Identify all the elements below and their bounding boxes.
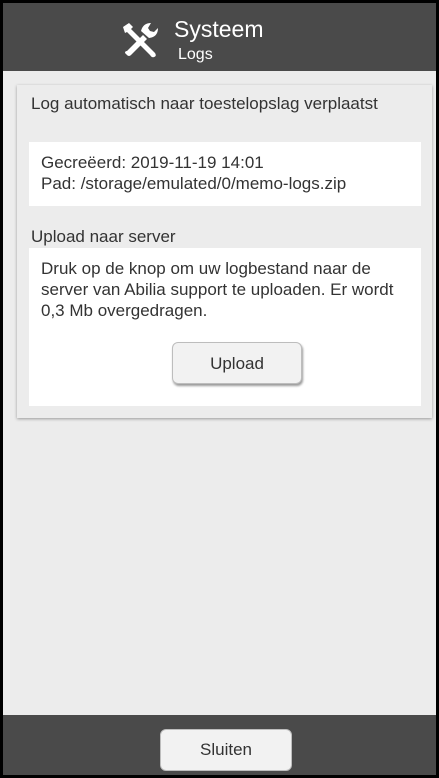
log-path-text: Pad: /storage/emulated/0/memo-logs.zip	[41, 174, 347, 193]
tools-icon	[123, 23, 158, 58]
upload-button[interactable]: Upload	[172, 342, 302, 384]
log-info-box: Gecreëerd: 2019-11-19 14:01 Pad: /storag…	[29, 142, 421, 206]
page-subtitle: Logs	[178, 46, 213, 63]
upload-description: Druk op de knop om uw logbestand naar de…	[41, 259, 394, 320]
log-created-text: Gecreëerd: 2019-11-19 14:01	[41, 153, 264, 172]
logs-card: Log automatisch naar toestelopslag verpl…	[17, 85, 432, 418]
page-title: Systeem	[174, 16, 264, 42]
upload-section-label: Upload naar server	[31, 227, 176, 246]
close-button[interactable]: Sluiten	[160, 729, 292, 771]
upload-box: Druk op de knop om uw logbestand naar de…	[29, 248, 421, 406]
footer-bar: Sluiten	[3, 715, 436, 775]
header-bar: Systeem Logs	[3, 3, 436, 71]
screen: Systeem Logs Log automatisch naar toeste…	[3, 3, 436, 775]
log-section-label: Log automatisch naar toestelopslag verpl…	[31, 94, 378, 113]
